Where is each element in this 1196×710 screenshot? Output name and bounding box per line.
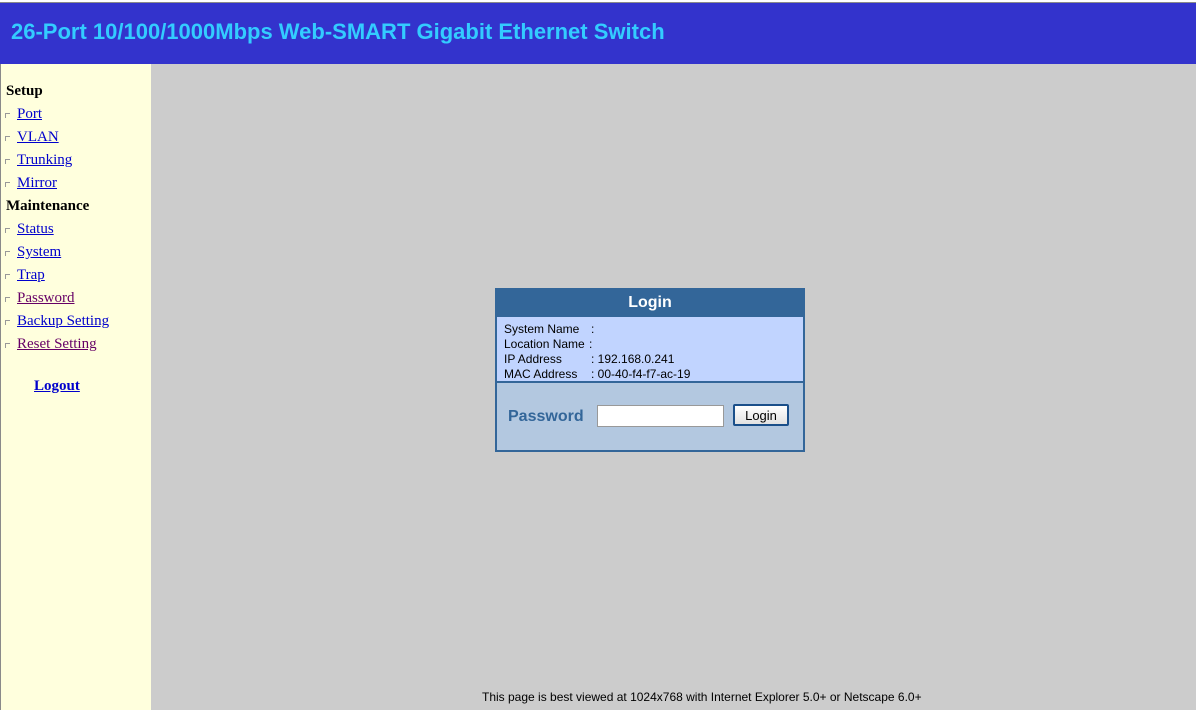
login-title: Login	[628, 294, 672, 311]
sidebar-link-backup-setting[interactable]: Backup Setting	[17, 313, 109, 330]
sidebar-link-trunking[interactable]: Trunking	[17, 152, 72, 169]
password-label: Password	[508, 408, 584, 425]
sidebar-link-password[interactable]: Password	[17, 290, 75, 307]
bullet-icon	[5, 297, 10, 302]
sidebar: Setup Port VLAN Trunking Mirror Maintena…	[0, 64, 151, 710]
sidebar-link-trap[interactable]: Trap	[17, 267, 45, 284]
bullet-icon	[5, 274, 10, 279]
bullet-icon	[5, 251, 10, 256]
bullet-icon	[5, 228, 10, 233]
sidebar-link-reset-setting[interactable]: Reset Setting	[17, 336, 97, 353]
bullet-icon	[5, 136, 10, 141]
bullet-icon	[5, 113, 10, 118]
sidebar-link-system[interactable]: System	[17, 244, 61, 261]
bullet-icon	[5, 320, 10, 325]
ip-address-label: IP Address	[504, 352, 562, 366]
login-panel: Login System Name : Location Name : IP A…	[495, 288, 805, 452]
bullet-icon	[5, 159, 10, 164]
mac-address-label: MAC Address	[504, 367, 578, 381]
system-name-value: :	[591, 322, 595, 336]
bullet-icon	[5, 343, 10, 348]
header-bar: 26-Port 10/100/1000Mbps Web-SMART Gigabi…	[0, 3, 1196, 64]
login-button[interactable]: Login	[733, 404, 789, 426]
sidebar-link-mirror[interactable]: Mirror	[17, 175, 57, 192]
location-name-value: :	[589, 337, 593, 351]
sidebar-link-vlan[interactable]: VLAN	[17, 129, 59, 146]
page-title: 26-Port 10/100/1000Mbps Web-SMART Gigabi…	[11, 19, 665, 44]
sidebar-heading-setup: Setup	[6, 83, 43, 99]
sidebar-link-status[interactable]: Status	[17, 221, 54, 238]
browser-recommendation-note: This page is best viewed at 1024x768 wit…	[482, 690, 922, 704]
device-info: System Name : Location Name : IP Address…	[497, 317, 803, 383]
bullet-icon	[5, 182, 10, 187]
password-input[interactable]	[597, 405, 724, 427]
ip-address-value: : 192.168.0.241	[591, 352, 675, 366]
login-title-bar: Login	[497, 290, 803, 317]
system-name-label: System Name	[504, 322, 580, 336]
page: 26-Port 10/100/1000Mbps Web-SMART Gigabi…	[0, 0, 1196, 710]
mac-address-value: : 00-40-f4-f7-ac-19	[591, 367, 691, 381]
sidebar-link-port[interactable]: Port	[17, 106, 42, 123]
logout-link[interactable]: Logout	[34, 378, 80, 395]
sidebar-heading-maintenance: Maintenance	[6, 198, 90, 214]
location-name-label: Location Name	[504, 337, 585, 351]
